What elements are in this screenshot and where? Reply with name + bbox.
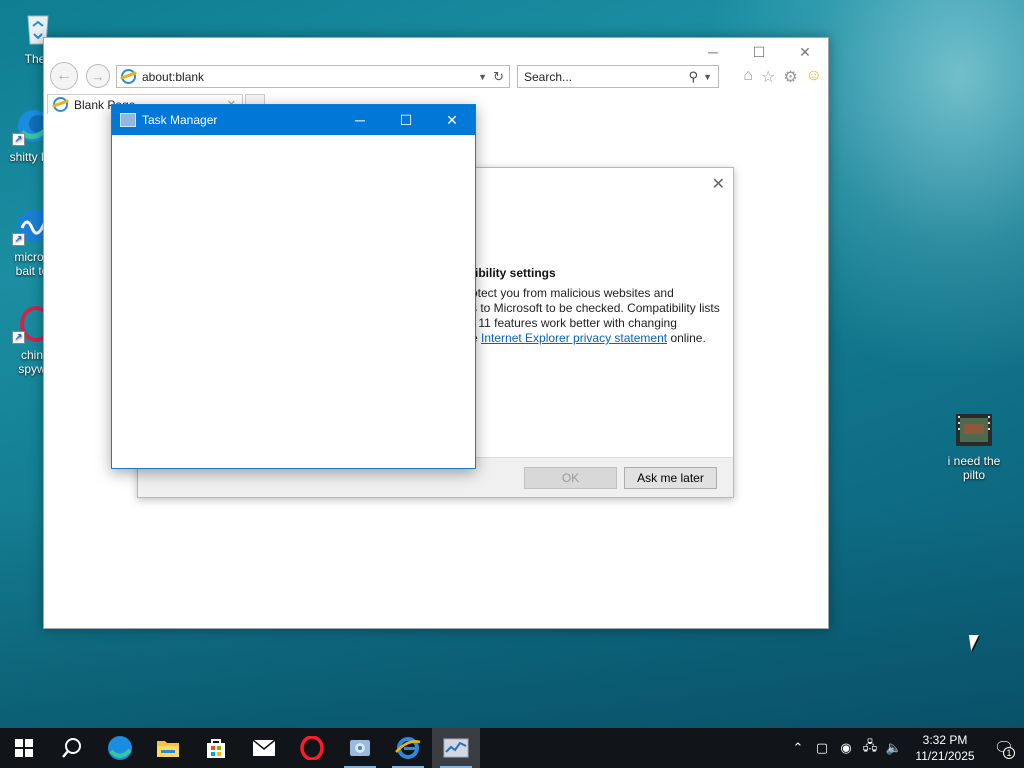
clock-time: 3:32 PM [922,733,968,747]
task-manager-titlebar[interactable]: Task Manager ─ ☐ ✕ [112,105,475,135]
dialog-close-icon[interactable]: ✕ [712,174,725,194]
notification-badge: 1 [1003,747,1015,759]
dialog-text-line: e Internet Explorer privacy statement on… [471,331,706,345]
ie-tab-icon [53,97,68,112]
store-taskbar-button[interactable] [192,728,240,768]
ie-toolbar-icons: ⌂ ☆ ⚙ ☺ [743,67,822,87]
webcam-icon[interactable]: ◉ [834,728,858,768]
shortcut-arrow-icon: ↗ [12,133,25,146]
task-manager-icon [120,113,136,127]
search-icon [62,738,81,758]
folder-icon [157,741,179,757]
forward-button[interactable]: → [86,64,110,88]
system-tray: ⌃ ▢ ◉ 🖧 🔈 3:32 PM 11/21/2025 🗨 1 [786,728,1024,768]
refresh-icon[interactable]: ↻ [493,69,504,85]
video-thumbnail-icon [954,410,994,450]
desktop-icon-label: i need the [947,454,1001,468]
clock[interactable]: 3:32 PM 11/21/2025 [906,732,984,764]
tablet-mode-icon[interactable]: ▢ [810,728,834,768]
settings-gear-icon[interactable]: ⚙ [783,67,797,87]
favorites-star-icon[interactable]: ☆ [761,67,775,87]
opera-icon [300,736,324,760]
shortcut-arrow-icon: ↗ [12,331,25,344]
task-manager-icon [443,738,469,758]
address-bar[interactable]: about:blank ▼ ↻ [116,65,510,88]
dialog-text-line: otect you from malicious websites and [471,286,674,300]
back-arrow-icon: ← [56,67,72,84]
shortcut-arrow-icon: ↗ [12,233,25,246]
ie-caption-buttons: ─ ☐ ✕ [690,38,828,66]
windows-logo-icon [15,739,33,757]
dialog-text-line: r 11 features work better with changing [471,316,677,330]
home-icon[interactable]: ⌂ [743,67,753,87]
edge-icon [108,736,132,760]
close-button[interactable]: ✕ [429,105,475,135]
mail-envelope-icon [252,739,276,756]
show-hidden-icons-chevron-icon[interactable]: ⌃ [786,728,810,768]
maximize-button[interactable]: ☐ [736,38,782,66]
ie-page-icon [121,69,136,84]
search-box[interactable]: Search... ⚲ ▼ [517,65,719,88]
task-manager-caption-buttons: ─ ☐ ✕ [337,105,475,135]
edge-taskbar-button[interactable] [96,728,144,768]
clock-date: 11/21/2025 [915,749,975,763]
taskbar: ⌃ ▢ ◉ 🖧 🔈 3:32 PM 11/21/2025 🗨 1 [0,728,1024,768]
window-title: Task Manager [142,113,218,127]
ie-taskbar-button[interactable] [384,728,432,768]
desktop-icon-label-line2: pilto [962,468,985,482]
minimize-button[interactable]: ─ [337,105,383,135]
close-button[interactable]: ✕ [782,38,828,66]
ask-me-later-button[interactable]: Ask me later [624,467,717,489]
privacy-statement-link[interactable]: Internet Explorer privacy statement [481,331,667,345]
search-placeholder: Search... [524,69,573,84]
dialog-text-line: s to Microsoft to be checked. Compatibil… [471,301,720,315]
network-icon[interactable]: 🖧 [858,728,882,768]
dialog-heading: tibility settings [471,266,556,280]
action-center-button[interactable]: 🗨 1 [984,728,1024,768]
address-text: about:blank [142,69,205,84]
back-button[interactable]: ← [50,62,78,90]
minimize-button[interactable]: ─ [690,38,736,66]
volume-muted-icon[interactable]: 🔈 [882,728,906,768]
store-bag-icon [207,739,225,758]
dialog-text-suffix: online. [667,331,706,345]
address-dropdown-icon[interactable]: ▼ [478,72,487,82]
file-explorer-taskbar-button[interactable] [144,728,192,768]
desktop-icon-video-file[interactable]: i need the pilto [936,410,1012,482]
app-icon [350,740,370,756]
ok-button[interactable]: OK [524,467,617,489]
start-button[interactable] [0,728,48,768]
mail-taskbar-button[interactable] [240,728,288,768]
mouse-cursor [968,635,982,651]
search-icon[interactable]: ⚲ [688,69,698,85]
forward-arrow-icon: → [91,68,105,84]
maximize-button[interactable]: ☐ [383,105,429,135]
search-dropdown-icon[interactable]: ▼ [703,72,712,82]
internet-explorer-icon [395,737,421,759]
task-manager-window: Task Manager ─ ☐ ✕ [111,104,476,469]
search-taskbar-button[interactable] [48,728,96,768]
task-manager-taskbar-button[interactable] [432,728,480,768]
app-taskbar-button[interactable] [336,728,384,768]
opera-taskbar-button[interactable] [288,728,336,768]
feedback-smiley-icon[interactable]: ☺ [806,67,822,87]
